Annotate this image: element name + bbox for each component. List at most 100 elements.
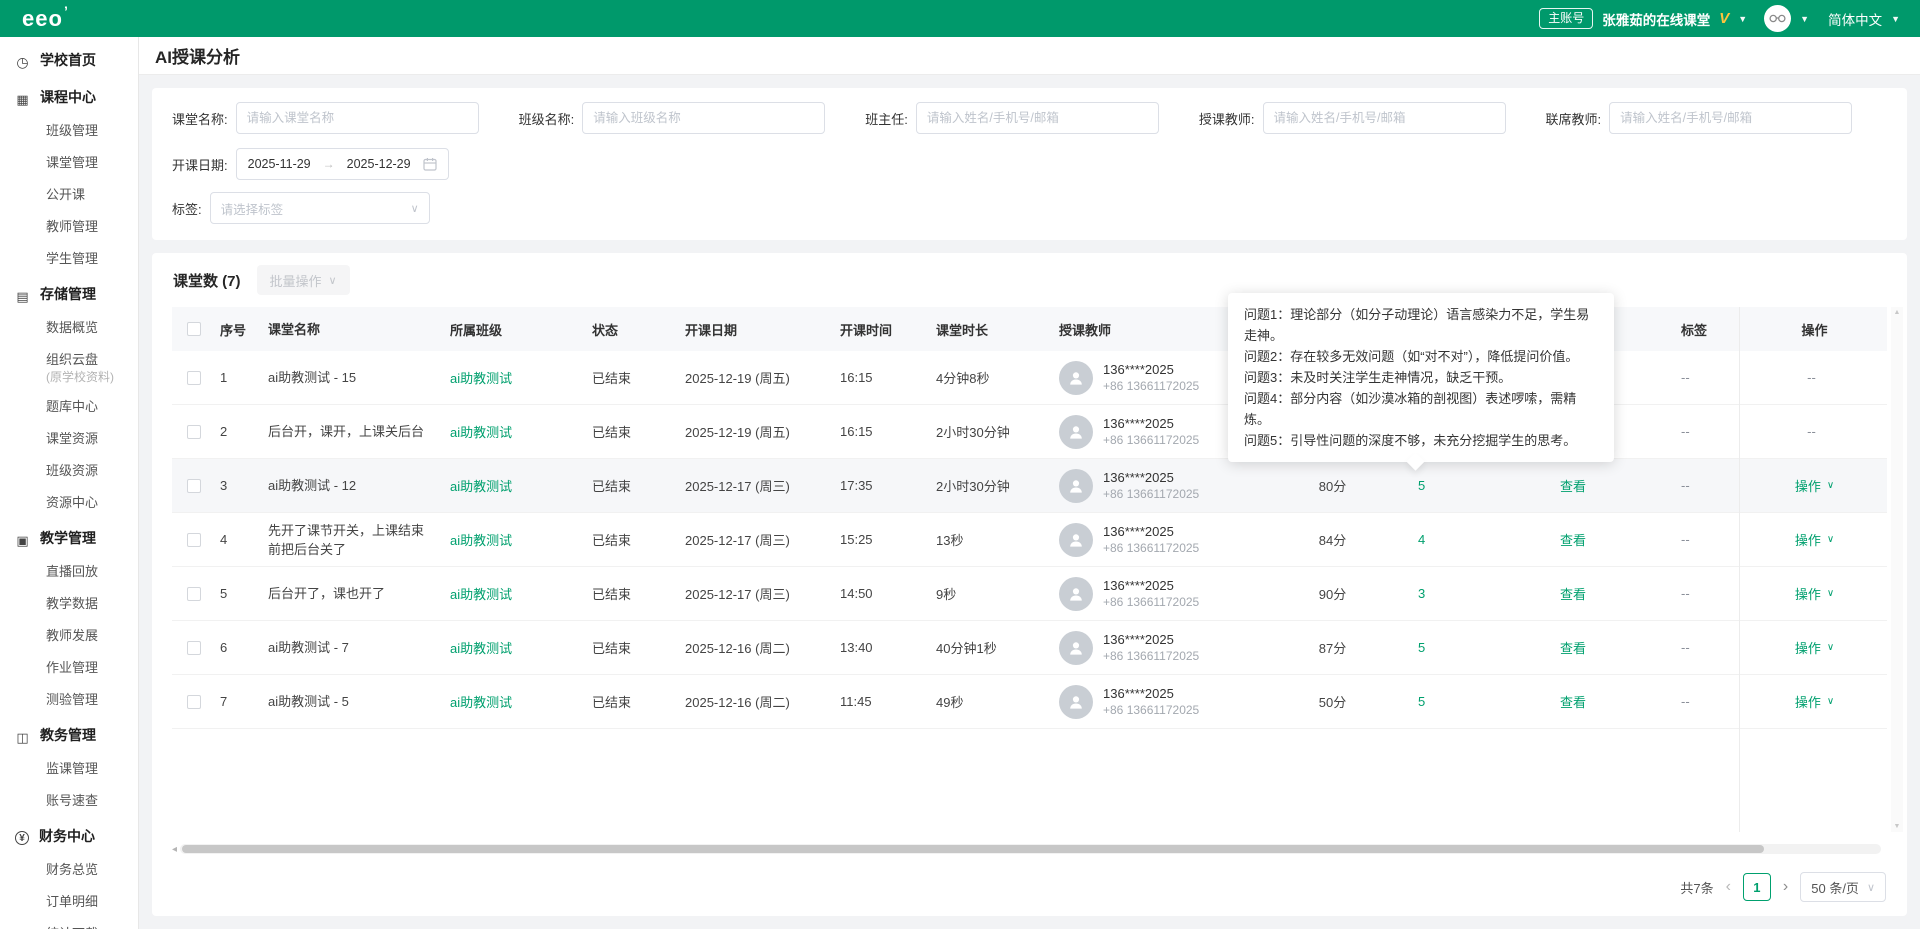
- sidebar-entry[interactable]: 学生管理: [0, 244, 138, 276]
- class-name-link[interactable]: ai助教测试: [446, 368, 588, 387]
- sidebar-entry[interactable]: 教师管理: [0, 212, 138, 244]
- start-time: 15:25: [840, 532, 873, 547]
- language-chevron-down-icon[interactable]: ▼: [1891, 14, 1900, 24]
- sidebar-entry[interactable]: 存储管理: [0, 279, 138, 313]
- sidebar-entry[interactable]: 课堂资源: [0, 424, 138, 456]
- sidebar-entry[interactable]: 公开课: [0, 180, 138, 212]
- sidebar-entry[interactable]: 班级资源: [0, 456, 138, 488]
- table-row: 7 ai助教测试 - 5 ai助教测试 已结束 2025-12-16 (周二) …: [172, 675, 1887, 729]
- sidebar-entry[interactable]: 课堂管理: [0, 148, 138, 180]
- date-end[interactable]: 2025-12-29: [347, 157, 411, 171]
- sidebar-entry[interactable]: 统计下载: [0, 919, 138, 929]
- class-name-link[interactable]: ai助教测试: [446, 692, 588, 711]
- issues-count-link[interactable]: 4: [1418, 532, 1425, 547]
- filter-input[interactable]: [235, 102, 479, 134]
- select-all-checkbox[interactable]: [187, 322, 201, 336]
- row-action-menu[interactable]: --: [1807, 370, 1822, 385]
- sidebar-entry[interactable]: 教务管理: [0, 720, 138, 754]
- horizontal-scrollbar[interactable]: ◂: [172, 842, 1887, 856]
- filter-input[interactable]: [915, 102, 1159, 134]
- class-name-link[interactable]: ai助教测试: [446, 476, 588, 495]
- row-action-menu[interactable]: 操作 ∨: [1795, 584, 1834, 603]
- row-action-menu[interactable]: 操作 ∨: [1795, 638, 1834, 657]
- sidebar-entry[interactable]: 数据概览: [0, 313, 138, 345]
- sidebar-entry-label: 教师管理: [46, 219, 99, 234]
- teacher-avatar: [1059, 468, 1093, 503]
- sidebar-entry[interactable]: 直播回放: [0, 557, 138, 589]
- sidebar-entry[interactable]: 题库中心: [0, 392, 138, 424]
- issues-count-link[interactable]: 5: [1418, 694, 1425, 709]
- sidebar-entry[interactable]: 账号速查: [0, 786, 138, 818]
- start-date: 2025-12-17 (周三): [685, 479, 790, 494]
- filter-input[interactable]: [1262, 102, 1506, 134]
- row-action-menu[interactable]: 操作 ∨: [1795, 530, 1834, 549]
- school-name[interactable]: 张雅茹的在线课堂: [1602, 9, 1710, 29]
- scrollbar-thumb[interactable]: [182, 845, 1764, 853]
- issues-count-link[interactable]: 3: [1418, 586, 1425, 601]
- sidebar-entry[interactable]: 测验管理: [0, 685, 138, 717]
- issues-count-link[interactable]: 5: [1418, 640, 1425, 655]
- bulk-action-button[interactable]: 批量操作 ∨: [256, 265, 350, 295]
- avatar-chevron-down-icon[interactable]: ▼: [1800, 14, 1809, 24]
- main-account-badge: 主账号: [1539, 8, 1594, 29]
- class-name-link[interactable]: ai助教测试: [446, 422, 588, 441]
- sidebar-entry[interactable]: 财务总览: [0, 855, 138, 887]
- language-switcher[interactable]: 简体中文: [1828, 9, 1882, 29]
- sidebar-entry-label: 课堂管理: [46, 155, 99, 170]
- class-name-link[interactable]: ai助教测试: [446, 530, 588, 549]
- avatar[interactable]: [1764, 5, 1792, 32]
- sidebar-entry[interactable]: 教学数据: [0, 589, 138, 621]
- prev-page-button[interactable]: ‹: [1726, 879, 1731, 895]
- row-checkbox[interactable]: [187, 586, 201, 601]
- filter-input[interactable]: [1609, 102, 1853, 134]
- date-range-picker[interactable]: 2025-11-29 → 2025-12-29: [235, 148, 449, 180]
- issues-count-link[interactable]: 5: [1418, 478, 1425, 493]
- row-checkbox[interactable]: [187, 424, 201, 439]
- row-checkbox[interactable]: [187, 478, 201, 493]
- page-size-select[interactable]: 50 条/页 ∨: [1800, 872, 1886, 902]
- row-checkbox[interactable]: [187, 694, 201, 709]
- date-start[interactable]: 2025-11-29: [248, 157, 311, 171]
- scroll-down-icon[interactable]: ▼: [1894, 823, 1901, 830]
- next-page-button[interactable]: ›: [1783, 879, 1788, 895]
- account-chevron-down-icon[interactable]: ▼: [1738, 14, 1747, 24]
- sidebar-entry[interactable]: 组织云盘 (原学校资料): [0, 345, 138, 392]
- sidebar-entry[interactable]: 班级管理: [0, 116, 138, 148]
- main-area: AI授课分析 课堂名称: 班级名称:: [139, 37, 1920, 929]
- eeo-logo: eeo: [22, 4, 69, 30]
- sidebar-entry[interactable]: 订单明细: [0, 887, 138, 919]
- filter-input[interactable]: [582, 102, 826, 134]
- table-header-row: 序号 课堂名称 所属班级 状态 开课日期 开课时间 课堂时长 授课教师 AI授课…: [172, 307, 1887, 351]
- page-number[interactable]: 1: [1742, 873, 1771, 901]
- teacher-avatar: [1059, 576, 1093, 611]
- filter-label: 班主任:: [865, 111, 908, 127]
- class-name-link[interactable]: ai助教测试: [446, 638, 588, 657]
- sidebar-entry[interactable]: 财务中心: [0, 821, 138, 855]
- tag-select[interactable]: 请选择标签 ∨: [209, 192, 430, 224]
- row-action-menu[interactable]: 操作 ∨: [1795, 692, 1834, 711]
- row-checkbox[interactable]: [187, 532, 201, 547]
- row-action-menu[interactable]: --: [1807, 424, 1822, 439]
- row-checkbox[interactable]: [187, 640, 201, 655]
- view-video-link[interactable]: 查看: [1560, 695, 1586, 710]
- sidebar-entry[interactable]: 资源中心: [0, 488, 138, 520]
- view-video-link[interactable]: 查看: [1560, 533, 1586, 548]
- sidebar-entry[interactable]: 教学管理: [0, 523, 138, 557]
- class-name-link[interactable]: ai助教测试: [446, 584, 588, 603]
- view-video-link[interactable]: 查看: [1560, 587, 1586, 602]
- scroll-left-icon[interactable]: ◂: [172, 844, 177, 855]
- teacher-avatar: [1059, 414, 1093, 449]
- view-video-link[interactable]: 查看: [1560, 641, 1586, 656]
- scroll-up-icon[interactable]: ▲: [1894, 309, 1901, 316]
- view-video-link[interactable]: 查看: [1560, 479, 1586, 494]
- sidebar-entry[interactable]: 教师发展: [0, 621, 138, 653]
- sidebar-entry[interactable]: 课程中心: [0, 82, 138, 116]
- tag-value: --: [1681, 532, 1690, 547]
- sidebar-entry[interactable]: 作业管理: [0, 653, 138, 685]
- vertical-scrollbar[interactable]: ▲ ▼: [1891, 307, 1903, 832]
- classroom-name: 后台开，课开，上课关后台: [268, 424, 425, 439]
- row-action-menu[interactable]: 操作 ∨: [1795, 476, 1834, 495]
- row-checkbox[interactable]: [187, 370, 201, 385]
- sidebar-entry[interactable]: 监课管理: [0, 754, 138, 786]
- sidebar-entry[interactable]: 学校首页: [0, 45, 138, 79]
